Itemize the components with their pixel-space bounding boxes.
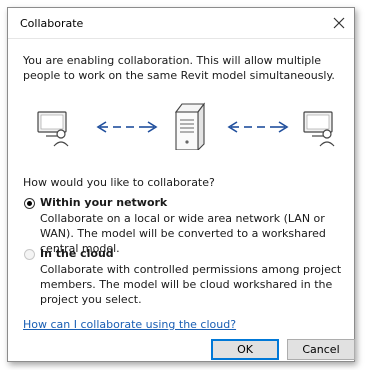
collaboration-question: How would you like to collaborate? <box>23 176 215 189</box>
cancel-button[interactable]: Cancel <box>287 339 355 360</box>
cloud-radio[interactable] <box>24 249 35 260</box>
network-radio[interactable] <box>24 198 35 209</box>
help-link[interactable]: How can I collaborate using the cloud? <box>23 318 236 331</box>
double-arrow-icon <box>96 121 158 133</box>
close-icon <box>333 17 345 29</box>
server-icon <box>174 102 206 150</box>
collaborate-dialog: Collaborate You are enabling collaborati… <box>7 7 355 362</box>
double-arrow-icon <box>227 121 289 133</box>
dialog-title: Collaborate <box>20 17 84 30</box>
close-button[interactable] <box>328 12 350 34</box>
intro-text: You are enabling collaboration. This wil… <box>23 54 335 82</box>
user-workstation-icon <box>37 111 69 147</box>
collaboration-illustration <box>37 102 335 150</box>
network-label[interactable]: Within your network <box>40 196 167 209</box>
user-workstation-icon <box>303 111 335 147</box>
cloud-label[interactable]: In the cloud <box>40 247 114 260</box>
ok-button[interactable]: OK <box>211 339 279 360</box>
cloud-description: Collaborate with controlled permissions … <box>40 263 342 306</box>
title-bar: Collaborate <box>8 8 354 39</box>
